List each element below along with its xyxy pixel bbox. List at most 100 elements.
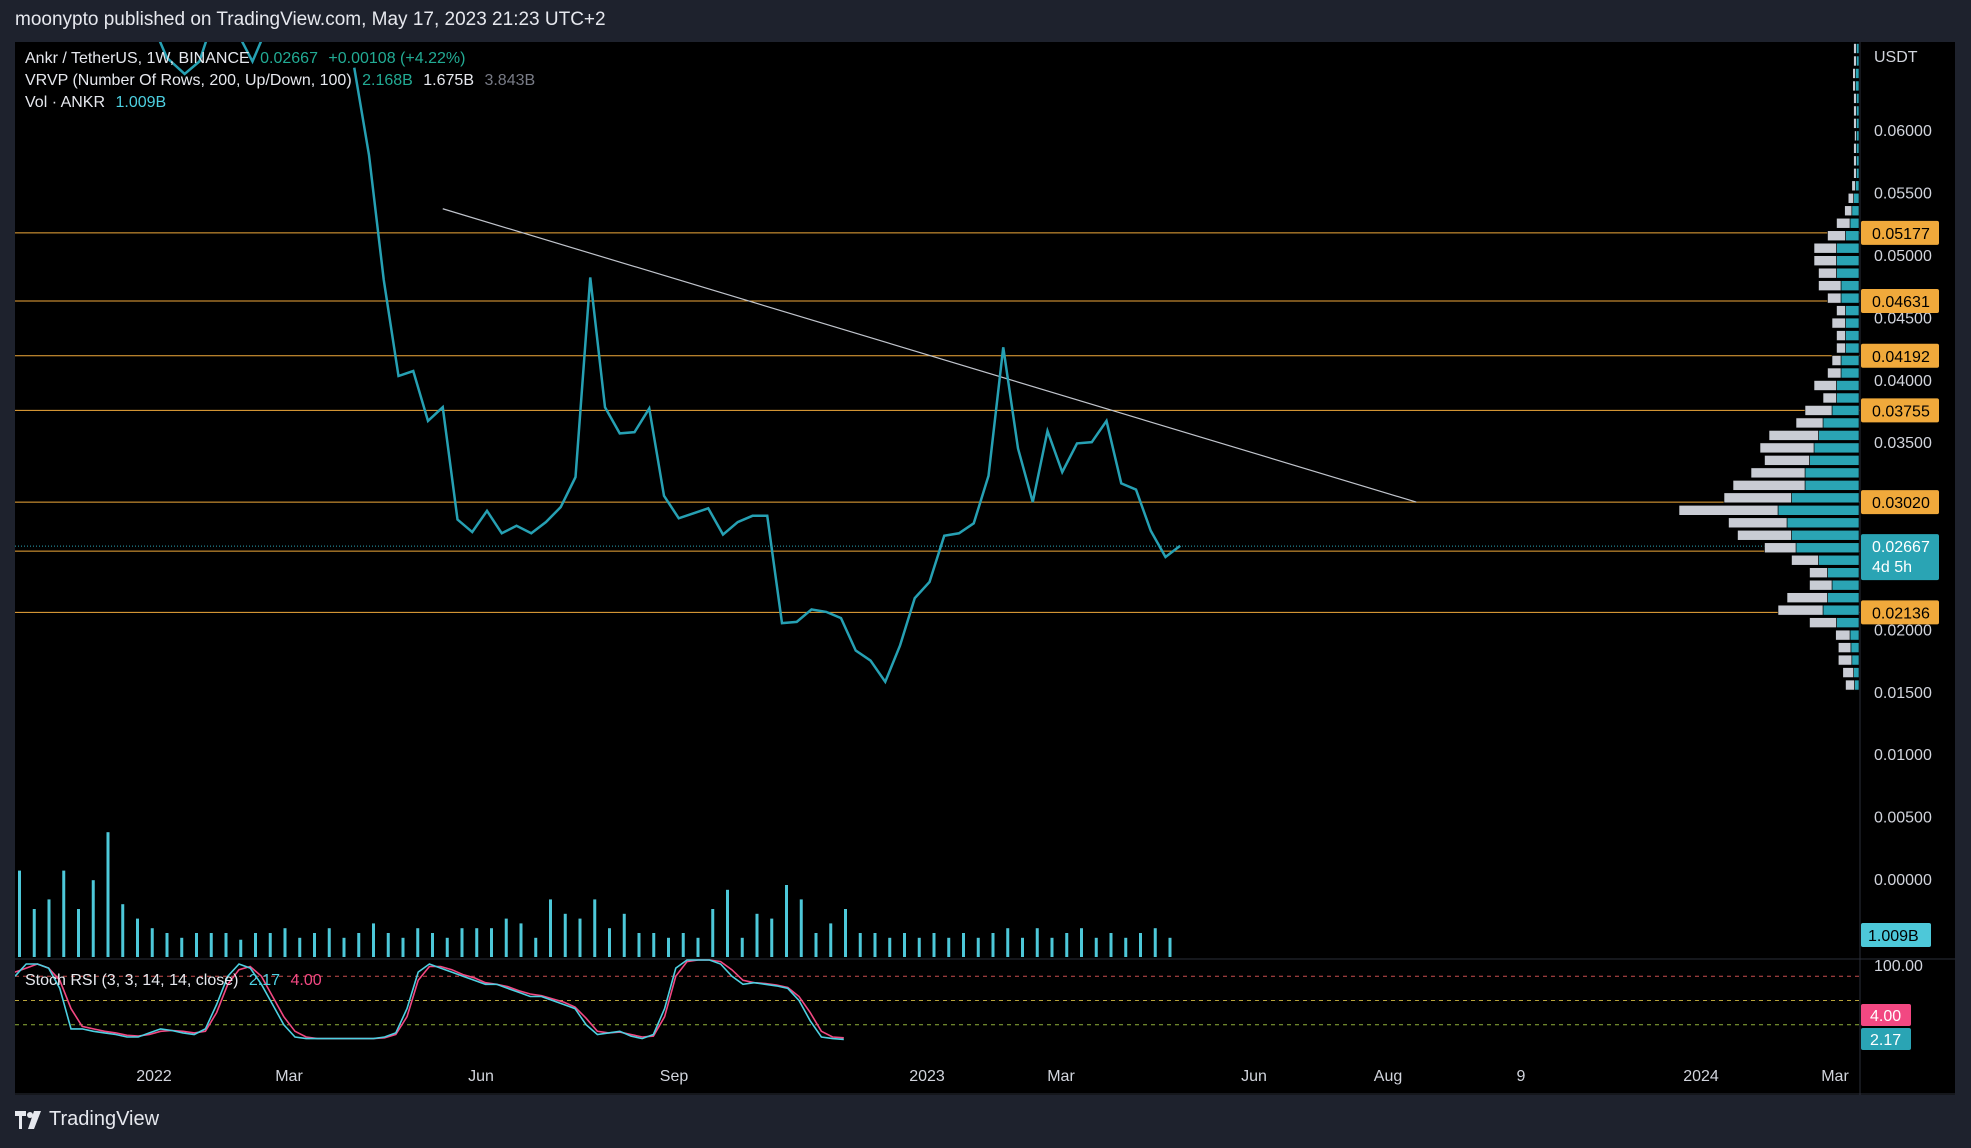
symbol-name[interactable]: Ankr / TetherUS, 1W, BINANCE [25,50,250,67]
volume-bar [283,928,287,957]
price-line [353,67,1182,685]
stoch-k-value: 2.17 [248,972,281,989]
vrvp-up-bar [1795,542,1860,554]
volume-bar [195,933,198,957]
vrvp-down-bar [1764,455,1810,466]
volume-bar [372,923,375,957]
vrvp-down-bar [1838,642,1852,653]
vrvp-up-bar [1855,68,1860,79]
vrvp-up-bar [1836,617,1860,628]
vrvp-down-bar [1836,330,1846,341]
vrvp-legend[interactable]: VRVP (Number Of Rows, 200, Up/Down, 100)… [25,72,541,90]
vrvp-down-bar [1728,517,1788,529]
last-price-label: 0.02667 [1872,539,1930,556]
vrvp-down-bar [1853,155,1857,167]
price-axis: USDT0.060000.055000.050000.045000.040000… [1859,42,1939,1095]
vrvp-down-bar [1853,55,1857,67]
volume-bar [357,933,361,957]
volume-bar [136,918,139,957]
vrvp-up-bar [1822,604,1860,616]
volume-bar [608,928,611,957]
vrvp-down-bar [1759,442,1815,454]
vrvp-down-bar [1818,280,1842,291]
chart-canvas[interactable]: USDT0.060000.055000.050000.045000.040000… [15,42,1955,1095]
vrvp-up-bar [1813,442,1860,454]
vrvp-up-bar [1845,230,1860,242]
price-tick-label: 0.04000 [1874,373,1932,390]
volume-bar [1124,937,1128,957]
vrvp-up-bar [1804,480,1860,491]
volume-bar [327,928,331,957]
vrvp-up-bar [1855,80,1860,92]
tradingview-logo-icon [15,1110,41,1129]
price-tick-label: 0.02000 [1874,622,1932,639]
stoch-rsi-label[interactable]: Stoch RSI (3, 3, 14, 14, close) [25,972,238,989]
vrvp-down-bar [1838,654,1853,666]
price-tick-label: 0.01000 [1874,747,1932,764]
volume-bar [1021,937,1024,957]
volume-bar [593,899,597,957]
volume-bar [814,933,818,957]
vrvp-down-bar [1831,355,1842,366]
level-badge-label: 0.05177 [1872,226,1930,243]
chart-frame[interactable]: USDT 0.06000 0.05500 0.05000 0.04500 0.04000 0… [15,42,1955,1095]
footer-brand[interactable]: TradingView [15,1108,159,1131]
vrvp-down-value: 1.675B [423,72,474,89]
vrvp-down-bar [1804,405,1833,416]
vrvp-up-bar [1836,267,1860,279]
vrvp-label[interactable]: VRVP (Number Of Rows, 200, Up/Down, 100) [25,72,352,89]
time-tick-label: 2023 [909,1068,945,1085]
vrvp-down-bar [1791,554,1819,566]
volume-bar [844,909,847,957]
volume-profile [1678,43,1860,691]
stoch-rsi-legend[interactable]: Stoch RSI (3, 3, 14, 14, close) 2.17 4.0… [25,972,328,990]
volume-legend[interactable]: Vol · ANKR 1.009B [25,94,172,112]
volume-bar [106,832,110,957]
vrvp-down-bar [1813,242,1837,254]
price-tick-label: 0.05000 [1874,248,1932,265]
vrvp-down-bar [1813,255,1837,266]
vrvp-down-bar [1844,205,1853,217]
volume-bar [431,933,434,957]
vrvp-up-bar [1845,330,1860,341]
level-badge-label: 0.04192 [1872,349,1930,366]
volume-bar [239,939,243,957]
time-tick-label: Sep [660,1068,689,1085]
vrvp-down-bar [1818,267,1837,279]
volume-bar [534,937,538,957]
vrvp-up-bar [1840,292,1860,304]
volume-bar [667,937,670,957]
publisher-line: moonypto published on TradingView.com, M… [15,9,606,30]
vrvp-down-bar [1723,492,1792,504]
vrvp-down-bar [1750,467,1806,479]
volume-label[interactable]: Vol · ANKR [25,94,105,111]
vrvp-up-bar [1855,180,1860,192]
volume-bar [47,899,51,957]
volume-bar [740,937,744,957]
vrvp-up-bar [1827,592,1860,603]
volume-bar [578,918,582,957]
vrvp-down-bar [1777,604,1824,616]
vrvp-down-bar [1831,317,1846,329]
volume-bar [91,880,95,957]
volume-bar [858,933,862,957]
volume-value: 1.009B [115,94,167,111]
vrvp-up-bar [1856,105,1860,117]
vrvp-up-bar [1856,43,1860,54]
volume-bar [947,937,951,957]
price-tick-label: 0.01500 [1874,685,1932,702]
volume-bar [637,933,641,957]
vrvp-down-bar [1854,130,1857,142]
volume-bar [652,933,656,957]
vrvp-up-bar [1845,317,1860,329]
volume-bar [77,909,80,957]
vrvp-down-bar [1853,105,1857,117]
volume-bar [1035,928,1039,957]
vrvp-down-bar [1827,230,1846,242]
volume-bar [726,889,729,957]
volume-bar [313,933,316,957]
time-tick-label: Mar [1047,1068,1075,1085]
volume-bar [962,933,965,957]
symbol-legend[interactable]: Ankr / TetherUS, 1W, BINANCE 0.02667 +0.… [25,50,471,68]
vrvp-down-bar [1836,217,1851,229]
